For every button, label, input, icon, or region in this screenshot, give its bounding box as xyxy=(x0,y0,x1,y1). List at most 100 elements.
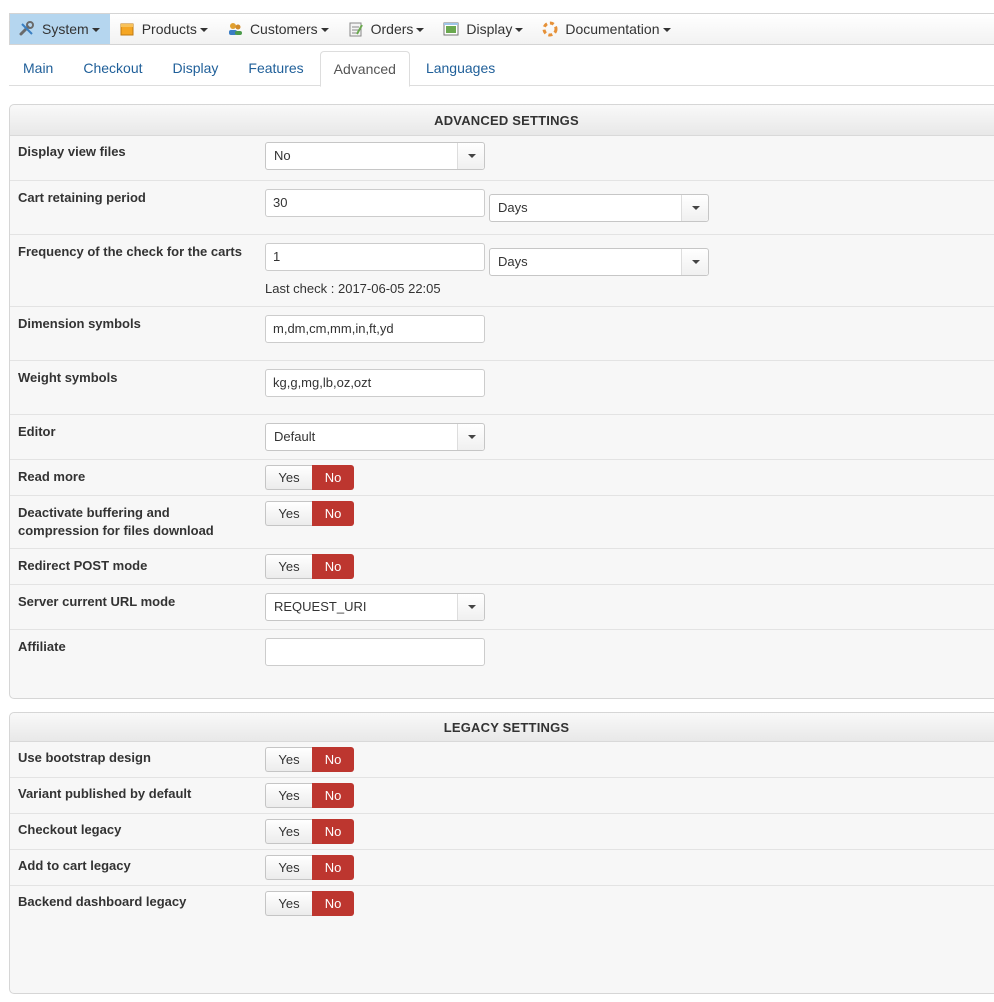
select-value: Days xyxy=(498,200,528,215)
row-server-url-mode: Server current URL mode REQUEST_URI xyxy=(10,585,994,630)
settings-tabs: Main Checkout Display Features Advanced … xyxy=(9,50,994,87)
menu-products[interactable]: Products xyxy=(110,14,218,44)
field-label: Checkout legacy xyxy=(18,822,122,837)
field-label: Redirect POST mode xyxy=(18,558,148,573)
no-button[interactable]: No xyxy=(312,747,354,772)
yes-button[interactable]: Yes xyxy=(265,819,312,844)
row-variant-published: Variant published by default Yes No xyxy=(10,778,994,814)
yes-button[interactable]: Yes xyxy=(265,465,312,490)
variant-published-toggle: Yes No xyxy=(265,783,354,808)
legacy-settings-panel: LEGACY SETTINGS Use bootstrap design Yes… xyxy=(9,712,994,994)
field-label: Cart retaining period xyxy=(18,190,146,205)
tab-checkout[interactable]: Checkout xyxy=(69,50,156,85)
field-label: Use bootstrap design xyxy=(18,750,151,765)
row-add-to-cart-legacy: Add to cart legacy Yes No xyxy=(10,850,994,886)
deactivate-buffering-toggle: Yes No xyxy=(265,501,354,526)
row-check-frequency: Frequency of the check for the carts 1 D… xyxy=(10,235,994,307)
no-button[interactable]: No xyxy=(312,783,354,808)
users-icon xyxy=(227,21,243,37)
yes-button[interactable]: Yes xyxy=(265,855,312,880)
no-button[interactable]: No xyxy=(312,891,354,916)
chevron-down-icon xyxy=(457,143,484,169)
tab-main[interactable]: Main xyxy=(9,50,67,85)
display-view-files-select[interactable]: No xyxy=(265,142,485,170)
menu-display[interactable]: Display xyxy=(434,14,533,44)
menu-label: Orders xyxy=(370,21,414,37)
add-to-cart-legacy-toggle: Yes No xyxy=(265,855,354,880)
select-value: Default xyxy=(274,429,316,444)
cart-retaining-input[interactable]: 30 xyxy=(265,189,485,217)
field-label: Display view files xyxy=(18,144,126,159)
server-url-mode-select[interactable]: REQUEST_URI xyxy=(265,593,485,621)
select-value: REQUEST_URI xyxy=(274,599,367,614)
field-label: Backend dashboard legacy xyxy=(18,894,187,909)
row-weight-symbols: Weight symbols kg,g,mg,lb,oz,ozt xyxy=(10,361,994,415)
caret-down-icon xyxy=(320,28,329,32)
menu-system[interactable]: System xyxy=(10,14,110,44)
tab-languages[interactable]: Languages xyxy=(412,50,509,85)
field-label: Weight symbols xyxy=(18,370,118,385)
check-frequency-input[interactable]: 1 xyxy=(265,243,485,271)
menu-documentation[interactable]: Documentation xyxy=(533,14,680,44)
read-more-toggle: Yes No xyxy=(265,465,354,490)
menu-orders[interactable]: Orders xyxy=(339,14,435,44)
row-affiliate: Affiliate xyxy=(10,630,994,700)
no-button[interactable]: No xyxy=(312,465,354,490)
row-deactivate-buffering: Deactivate buffering and compression for… xyxy=(10,496,994,549)
row-cart-retaining: Cart retaining period 30 Days xyxy=(10,181,994,235)
yes-button[interactable]: Yes xyxy=(265,783,312,808)
row-redirect-post: Redirect POST mode Yes No xyxy=(10,549,994,585)
editor-select[interactable]: Default xyxy=(265,423,485,451)
row-use-bootstrap: Use bootstrap design Yes No xyxy=(10,742,994,778)
menu-label: Customers xyxy=(249,21,318,37)
caret-down-icon xyxy=(662,28,671,32)
field-label: Variant published by default xyxy=(18,786,192,801)
tab-advanced[interactable]: Advanced xyxy=(319,51,410,87)
tab-features[interactable]: Features xyxy=(234,50,317,85)
wrench-icon xyxy=(19,21,35,37)
tab-display[interactable]: Display xyxy=(159,50,233,85)
menu-customers[interactable]: Customers xyxy=(218,14,339,44)
yes-button[interactable]: Yes xyxy=(265,891,312,916)
menu-label: Display xyxy=(466,21,513,37)
weight-symbols-input[interactable]: kg,g,mg,lb,oz,ozt xyxy=(265,369,485,397)
last-check-text: Last check : 2017-06-05 22:05 xyxy=(265,281,441,296)
panel-title: LEGACY SETTINGS xyxy=(10,713,994,742)
select-value: No xyxy=(274,148,291,163)
chevron-down-icon xyxy=(457,594,484,620)
yes-button[interactable]: Yes xyxy=(265,747,312,772)
no-button[interactable]: No xyxy=(312,855,354,880)
row-read-more: Read more Yes No xyxy=(10,460,994,496)
no-button[interactable]: No xyxy=(312,554,354,579)
top-menubar: System Products Customers Orders Display xyxy=(9,13,994,45)
caret-down-icon xyxy=(416,28,425,32)
select-value: Days xyxy=(498,254,528,269)
help-icon xyxy=(542,21,558,37)
menu-label: Products xyxy=(141,21,197,37)
row-display-view-files: Display view files No xyxy=(10,136,994,181)
check-frequency-unit-select[interactable]: Days xyxy=(489,248,709,276)
dashboard-legacy-toggle: Yes No xyxy=(265,891,354,916)
affiliate-input[interactable] xyxy=(265,638,485,666)
no-button[interactable]: No xyxy=(312,501,354,526)
caret-down-icon xyxy=(91,28,100,32)
field-label-line2: compression for files download xyxy=(18,523,214,538)
no-button[interactable]: No xyxy=(312,819,354,844)
dimension-symbols-input[interactable]: m,dm,cm,mm,in,ft,yd xyxy=(265,315,485,343)
row-dashboard-legacy: Backend dashboard legacy Yes No xyxy=(10,886,994,922)
redirect-post-toggle: Yes No xyxy=(265,554,354,579)
checkout-legacy-toggle: Yes No xyxy=(265,819,354,844)
field-label: Affiliate xyxy=(18,639,66,654)
cart-retaining-unit-select[interactable]: Days xyxy=(489,194,709,222)
yes-button[interactable]: Yes xyxy=(265,501,312,526)
use-bootstrap-toggle: Yes No xyxy=(265,747,354,772)
menu-label: Documentation xyxy=(565,21,660,37)
field-label-line1: Deactivate buffering and xyxy=(18,505,170,520)
row-editor: Editor Default xyxy=(10,415,994,460)
field-label: Read more xyxy=(18,469,86,484)
caret-down-icon xyxy=(199,28,208,32)
field-label: Add to cart legacy xyxy=(18,858,131,873)
chevron-down-icon xyxy=(681,195,708,221)
chevron-down-icon xyxy=(457,424,484,450)
yes-button[interactable]: Yes xyxy=(265,554,312,579)
